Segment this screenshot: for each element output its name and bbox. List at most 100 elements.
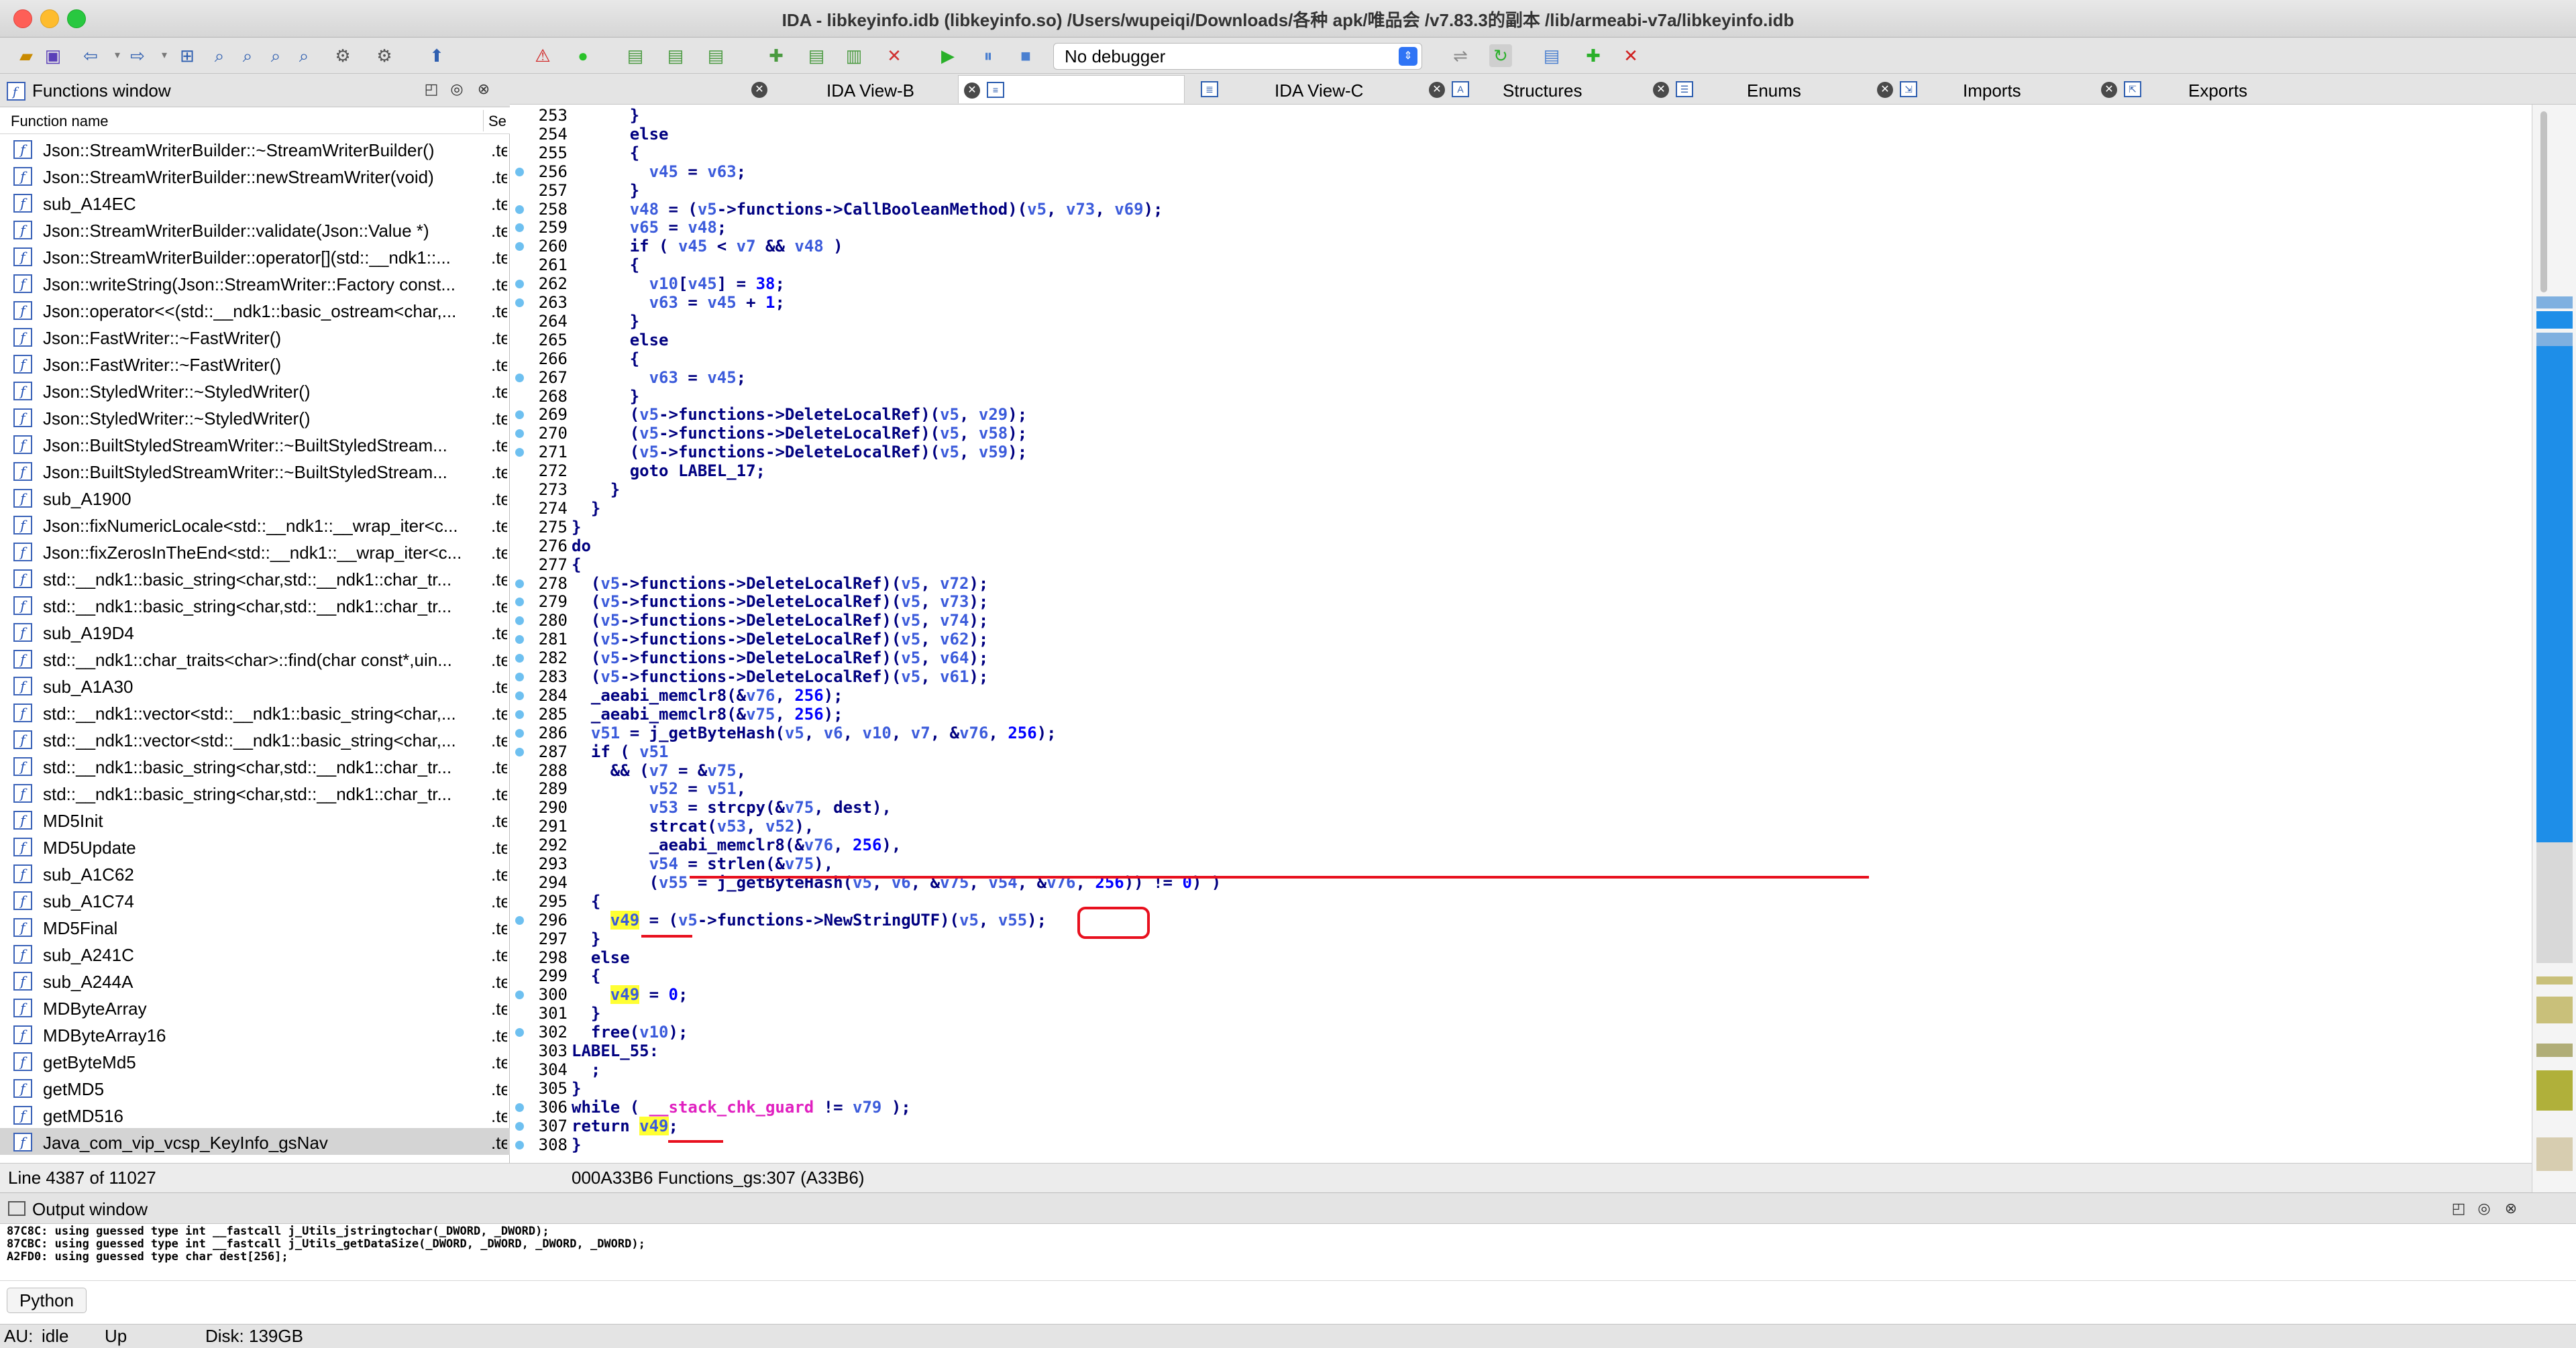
nav-segment[interactable] bbox=[2536, 296, 2573, 308]
refresh-icon[interactable]: ↻ bbox=[1489, 44, 1512, 67]
column-segment[interactable]: Se bbox=[488, 113, 506, 130]
function-row[interactable]: f Json::writeString(Json::StreamWriter::F… bbox=[0, 270, 510, 296]
function-row[interactable]: f Json::BuiltStyledStreamWriter::~BuiltSt… bbox=[0, 457, 510, 484]
code-line[interactable]: 257 } bbox=[510, 181, 2522, 200]
function-row[interactable]: f sub_A244A .te bbox=[0, 967, 510, 994]
code-line[interactable]: 269 (v5->functions->DeleteLocalRef)(v5, … bbox=[510, 405, 2522, 424]
edit-function-icon[interactable]: ▤ bbox=[805, 44, 828, 67]
close-tab-icon[interactable]: ✕ bbox=[1429, 82, 1445, 98]
function-row[interactable]: f Json::operator<<(std::__ndk1::basic_ost… bbox=[0, 296, 510, 323]
nav-segment[interactable] bbox=[2536, 1044, 2573, 1057]
code-line[interactable]: 259 v65 = v48; bbox=[510, 218, 2522, 237]
code-line[interactable]: 274 } bbox=[510, 499, 2522, 518]
code-line[interactable]: 283 (v5->functions->DeleteLocalRef)(v5, … bbox=[510, 667, 2522, 686]
nav-segment[interactable] bbox=[2536, 842, 2573, 963]
code-line[interactable]: 304 ; bbox=[510, 1060, 2522, 1079]
function-row[interactable]: f getMD516 .te bbox=[0, 1101, 510, 1128]
code-line[interactable]: 307 return v49; bbox=[510, 1116, 2522, 1135]
function-row[interactable]: f Json::BuiltStyledStreamWriter::~BuiltSt… bbox=[0, 431, 510, 457]
function-row[interactable]: f Json::StreamWriterBuilder::operator[](s… bbox=[0, 243, 510, 270]
function-row[interactable]: f MD5Final .te bbox=[0, 913, 510, 940]
function-row[interactable]: f std::__ndk1::vector<std::__ndk1::basic_… bbox=[0, 699, 510, 726]
code-line[interactable]: 300 v49 = 0; bbox=[510, 985, 2522, 1005]
code-line[interactable]: 302 free(v10); bbox=[510, 1023, 2522, 1042]
code-line[interactable]: 280 (v5->functions->DeleteLocalRef)(v5, … bbox=[510, 611, 2522, 630]
close-tab-icon[interactable]: ✕ bbox=[964, 82, 980, 99]
code-line[interactable]: 290 v53 = strcpy(&v75, dest), bbox=[510, 798, 2522, 817]
code-line[interactable]: 276 do bbox=[510, 537, 2522, 555]
forward-dropdown-icon[interactable]: ▾ bbox=[153, 44, 176, 67]
search-text-icon[interactable]: ⌕ bbox=[208, 44, 231, 67]
float-window-icon[interactable]: ◰ bbox=[423, 80, 440, 98]
go-green-icon[interactable]: ● bbox=[572, 44, 594, 67]
delete-icon[interactable]: ✕ bbox=[883, 44, 906, 67]
function-row[interactable]: f sub_A19D4 .te bbox=[0, 618, 510, 645]
code-line[interactable]: 286 v51 = j_getByteHash(v5, v6, v10, v7,… bbox=[510, 724, 2522, 742]
attach-process-icon[interactable]: ⇌ bbox=[1449, 44, 1472, 67]
python-command-input[interactable] bbox=[87, 1286, 2559, 1314]
function-row[interactable]: f Json::FastWriter::~FastWriter() .te bbox=[0, 323, 510, 350]
code-line[interactable]: 284 _aeabi_memclr8(&v76, 256); bbox=[510, 686, 2522, 705]
nav-segment[interactable] bbox=[2536, 311, 2573, 329]
nav-segment[interactable] bbox=[2536, 346, 2573, 842]
tab-structures[interactable]: ✕ A Structures bbox=[1424, 75, 1648, 103]
code-line[interactable]: 271 (v5->functions->DeleteLocalRef)(v5, … bbox=[510, 443, 2522, 461]
window-options-icon[interactable]: ◎ bbox=[2475, 1200, 2493, 1217]
jump-up-icon[interactable]: ⬆ bbox=[425, 44, 448, 67]
code-line[interactable]: 305} bbox=[510, 1079, 2522, 1098]
function-row[interactable]: f sub_A241C .te bbox=[0, 940, 510, 967]
function-row[interactable]: f Java_com_vip_vcsp_KeyInfo_gsNav .te bbox=[0, 1128, 510, 1155]
tab-pseudocode[interactable]: ✕ ≡ bbox=[958, 75, 1185, 103]
function-row[interactable]: f Json::StreamWriterBuilder::~StreamWrite… bbox=[0, 135, 510, 162]
code-line[interactable]: 285 _aeabi_memclr8(&v75, 256); bbox=[510, 705, 2522, 724]
function-row[interactable]: f std::__ndk1::basic_string<char,std::__n… bbox=[0, 565, 510, 592]
function-row[interactable]: f std::__ndk1::basic_string<char,std::__n… bbox=[0, 592, 510, 618]
code-line[interactable]: 264 } bbox=[510, 312, 2522, 331]
debugger-select[interactable]: No debugger ⇕ bbox=[1053, 43, 1422, 70]
code-line[interactable]: 308} bbox=[510, 1135, 2522, 1154]
function-row[interactable]: f Json::fixNumericLocale<std::__ndk1::__w… bbox=[0, 511, 510, 538]
python-button[interactable]: Python bbox=[7, 1288, 87, 1313]
scrollbar-thumb[interactable] bbox=[2540, 111, 2547, 292]
function-row[interactable]: f Json::fixZerosInTheEnd<std::__ndk1::__w… bbox=[0, 538, 510, 565]
nav-segment[interactable] bbox=[2536, 997, 2573, 1023]
nav-segment[interactable] bbox=[2536, 333, 2573, 346]
column-function-name[interactable]: Function name bbox=[11, 113, 109, 130]
close-tab-icon[interactable]: ✕ bbox=[1653, 82, 1669, 98]
nav-segment[interactable] bbox=[2536, 1070, 2573, 1111]
tab-ida-view-b[interactable]: ✕ IDA View-B bbox=[746, 75, 927, 103]
function-row[interactable]: f Json::StreamWriterBuilder::newStreamWri… bbox=[0, 162, 510, 189]
remove-breakpoint-icon[interactable]: ✕ bbox=[1619, 44, 1642, 67]
code-line[interactable]: 293 v54 = strlen(&v75), bbox=[510, 854, 2522, 873]
nav-segment[interactable] bbox=[2536, 976, 2573, 985]
search-next-icon[interactable]: ⌕ bbox=[292, 44, 315, 67]
function-row[interactable]: f std::__ndk1::basic_string<char,std::__n… bbox=[0, 752, 510, 779]
code-line[interactable]: 306 while ( __stack_chk_guard != v79 ); bbox=[510, 1098, 2522, 1117]
code-line[interactable]: 258 v48 = (v5->functions->CallBooleanMet… bbox=[510, 200, 2522, 219]
warning-icon[interactable]: ⚠ bbox=[531, 44, 554, 67]
add-code-icon[interactable]: ▤ bbox=[664, 44, 687, 67]
code-line[interactable]: 279 (v5->functions->DeleteLocalRef)(v5, … bbox=[510, 592, 2522, 611]
add-segment-icon[interactable]: ▤ bbox=[624, 44, 647, 67]
code-line[interactable]: 273 } bbox=[510, 480, 2522, 499]
code-line[interactable]: 282 (v5->functions->DeleteLocalRef)(v5, … bbox=[510, 649, 2522, 667]
float-window-icon[interactable]: ◰ bbox=[2450, 1200, 2467, 1217]
code-line[interactable]: 291 strcat(v53, v52), bbox=[510, 817, 2522, 836]
function-row[interactable]: f sub_A1C62 .te bbox=[0, 860, 510, 887]
open-folder-icon[interactable]: ▰ bbox=[15, 44, 38, 67]
function-row[interactable]: f MD5Update .te bbox=[0, 833, 510, 860]
close-tab-icon[interactable]: ✕ bbox=[1877, 82, 1893, 98]
save-icon[interactable]: ▣ bbox=[42, 44, 64, 67]
stop-icon[interactable]: ■ bbox=[1014, 44, 1037, 67]
patch-icon[interactable]: ⚙ bbox=[373, 44, 396, 67]
tab-imports[interactable]: ✕ ⇲ Imports bbox=[1872, 75, 2096, 103]
forward-arrow-icon[interactable]: ⇨ bbox=[126, 44, 149, 67]
function-row[interactable]: f sub_A14EC .te bbox=[0, 189, 510, 216]
code-line[interactable]: 277{ bbox=[510, 555, 2522, 574]
tab-exports[interactable]: ✕ ⇱ Exports bbox=[2096, 75, 2320, 103]
graph-tools-icon[interactable]: ⚙ bbox=[331, 44, 354, 67]
function-row[interactable]: f Json::StreamWriterBuilder::validate(Jso… bbox=[0, 216, 510, 243]
function-row[interactable]: f Json::FastWriter::~FastWriter() .te bbox=[0, 350, 510, 377]
code-line[interactable]: 266 { bbox=[510, 349, 2522, 368]
function-row[interactable]: f sub_A1C74 .te bbox=[0, 887, 510, 913]
